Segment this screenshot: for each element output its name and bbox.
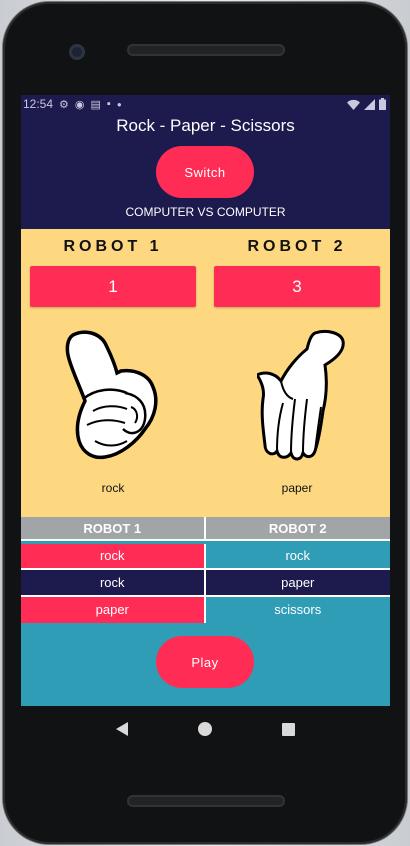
history-table: ROBOT 1 ROBOT 2 rock rock rock paper pap…: [21, 517, 390, 706]
signal-icon: [364, 98, 375, 110]
play-button[interactable]: Play: [156, 636, 254, 688]
history-header-robot-2: ROBOT 2: [205, 517, 390, 541]
table-row: rock paper: [21, 570, 390, 597]
history-header-robot-1: ROBOT 1: [21, 517, 206, 541]
battery-icon: [379, 98, 386, 110]
rock-fist-icon: [65, 330, 158, 460]
back-icon[interactable]: [116, 722, 128, 736]
switch-button[interactable]: Switch: [156, 146, 254, 198]
app-header: Rock - Paper - Scissors Switch COMPUTER …: [21, 113, 390, 229]
home-icon[interactable]: [198, 722, 212, 736]
robot-1-choice: rock: [101, 481, 125, 495]
front-camera: [69, 44, 85, 60]
app-title: Rock - Paper - Scissors: [116, 116, 295, 135]
system-nav-bar: [21, 706, 390, 752]
recent-apps-icon[interactable]: [282, 722, 295, 736]
dot-icon: ●: [116, 99, 122, 109]
app-screen: 12:54 ⚙ ◉ ▤ ▪ ● Rock - Paper - Scissors …: [21, 95, 390, 706]
history-cell: rock: [21, 570, 206, 597]
wifi-icon: [347, 99, 360, 110]
status-time: 12:54: [23, 97, 54, 111]
robot-2-name: ROBOT 2: [247, 238, 347, 255]
mode-label: COMPUTER VS COMPUTER: [125, 205, 286, 219]
top-speaker: [127, 44, 285, 56]
news-icon: ▤: [90, 98, 101, 111]
robot-2-score: 3: [214, 266, 380, 307]
status-bar: 12:54 ⚙ ◉ ▤ ▪ ●: [21, 95, 390, 113]
sim-icon: ▪: [106, 98, 111, 110]
game-area: ROBOT 1 ROBOT 2 1 3 rock paper: [21, 229, 390, 517]
history-cell: rock: [21, 543, 206, 570]
shield-icon: ◉: [74, 98, 85, 111]
robot-2-choice: paper: [281, 481, 313, 495]
history-cell: paper: [21, 596, 206, 623]
history-header-row: ROBOT 1 ROBOT 2: [21, 517, 390, 544]
history-cell: rock: [205, 543, 390, 570]
history-cell: paper: [205, 570, 390, 597]
robot-1-name: ROBOT 1: [63, 238, 163, 255]
bottom-speaker: [127, 795, 285, 807]
history-cell: scissors: [205, 596, 390, 623]
paper-hand-icon: [257, 329, 345, 461]
table-row: paper scissors: [21, 596, 390, 623]
gear-icon: ⚙: [59, 98, 69, 111]
table-row: rock rock: [21, 543, 390, 570]
robot-1-score: 1: [30, 266, 196, 307]
